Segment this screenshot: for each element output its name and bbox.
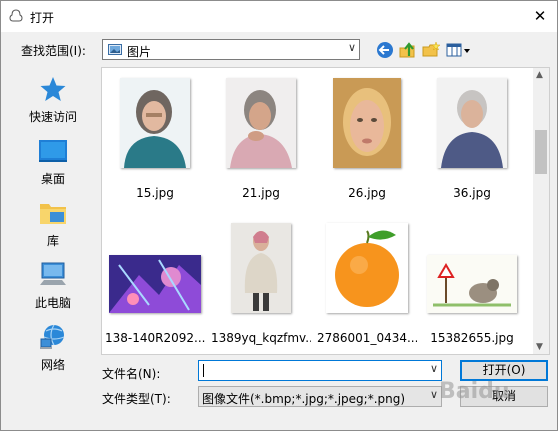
chevron-down-icon[interactable]: ∨	[430, 362, 438, 375]
filetype-label: 文件类型(T):	[102, 392, 171, 406]
cancel-button[interactable]: 取消	[460, 386, 548, 407]
lookin-label: 查找范围(I):	[21, 44, 86, 58]
app-icon	[9, 9, 23, 22]
place-label: 快速访问	[28, 110, 77, 124]
file-item[interactable]: 2786001_0434...	[317, 213, 417, 345]
new-folder-icon[interactable]	[421, 40, 441, 60]
file-list-view[interactable]: 15.jpg 21.jpg 26.jpg 36.jpg 138-140R2092…	[101, 67, 550, 355]
file-thumbnail	[120, 78, 190, 168]
place-label: 库	[46, 234, 59, 248]
file-thumbnail	[226, 78, 296, 168]
pictures-folder-icon	[108, 44, 122, 55]
file-name: 15382655.jpg	[430, 331, 514, 345]
chevron-down-icon: ∨	[347, 41, 356, 54]
file-name: 26.jpg	[348, 186, 386, 200]
file-item[interactable]: 36.jpg	[422, 68, 522, 200]
scroll-down-icon[interactable]: ▼	[536, 342, 543, 352]
place-this-pc[interactable]: 此电脑	[8, 257, 98, 315]
star-icon	[40, 77, 66, 101]
filetype-select[interactable]: 图像文件(*.bmp;*.jpg;*.jpeg;*.png) ∨	[198, 386, 442, 407]
place-quick-access[interactable]: 快速访问	[8, 71, 98, 129]
file-name: 1389yq_kqzfmv...	[211, 331, 311, 345]
file-name: 2786001_0434...	[317, 331, 417, 345]
file-item[interactable]: 21.jpg	[211, 68, 311, 200]
place-label: 桌面	[40, 172, 65, 186]
vertical-scrollbar[interactable]: ▲ ▼	[533, 68, 549, 354]
file-item[interactable]: 1389yq_kqzfmv...	[211, 213, 311, 345]
view-menu-icon[interactable]	[445, 40, 473, 60]
filetype-value: 图像文件(*.bmp;*.jpg;*.jpeg;*.png)	[202, 392, 406, 406]
open-button[interactable]: 打开(O)	[460, 360, 548, 381]
network-icon	[40, 324, 65, 349]
close-button[interactable]: ✕	[529, 6, 551, 26]
file-item[interactable]: 15.jpg	[105, 68, 205, 200]
file-thumbnail	[437, 78, 507, 168]
lookin-combobox[interactable]: 图片 ∨	[102, 39, 360, 60]
up-folder-icon[interactable]	[398, 40, 418, 60]
places-bar: 快速访问 桌面 库 此电脑 网络	[8, 67, 98, 395]
file-item[interactable]: 15382655.jpg	[422, 213, 522, 345]
file-item[interactable]: 26.jpg	[317, 68, 417, 200]
file-name: 21.jpg	[242, 186, 280, 200]
scroll-up-icon[interactable]: ▲	[536, 70, 543, 80]
scroll-thumb[interactable]	[535, 130, 547, 174]
file-name: 138-140R2092...	[105, 331, 205, 345]
chevron-down-icon: ∨	[429, 388, 438, 401]
title-bar: 打开 ✕	[1, 1, 557, 32]
file-thumbnail	[427, 255, 517, 313]
place-label: 此电脑	[34, 296, 71, 310]
filename-label: 文件名(N):	[102, 367, 161, 381]
lookin-value: 图片	[127, 45, 152, 59]
file-thumbnail	[333, 78, 401, 168]
filename-input[interactable]: ∨	[198, 360, 442, 381]
file-name: 36.jpg	[453, 186, 491, 200]
place-desktop[interactable]: 桌面	[8, 133, 98, 191]
file-thumbnail	[109, 255, 201, 313]
computer-icon	[40, 262, 66, 285]
open-file-dialog: 打开 ✕ 查找范围(I): 图片 ∨ 快速访问 桌面 库 此电脑 网络 15.j…	[0, 0, 558, 431]
back-icon[interactable]	[375, 40, 395, 60]
library-icon	[40, 204, 66, 224]
file-thumbnail	[231, 223, 291, 313]
file-item[interactable]: 138-140R2092...	[105, 213, 205, 345]
desktop-icon	[39, 140, 67, 162]
text-caret	[203, 364, 204, 377]
file-name: 15.jpg	[136, 186, 174, 200]
dialog-title: 打开	[30, 11, 55, 25]
place-label: 网络	[40, 358, 65, 372]
place-library[interactable]: 库	[8, 195, 98, 253]
file-thumbnail	[326, 223, 408, 313]
place-network[interactable]: 网络	[8, 319, 98, 377]
